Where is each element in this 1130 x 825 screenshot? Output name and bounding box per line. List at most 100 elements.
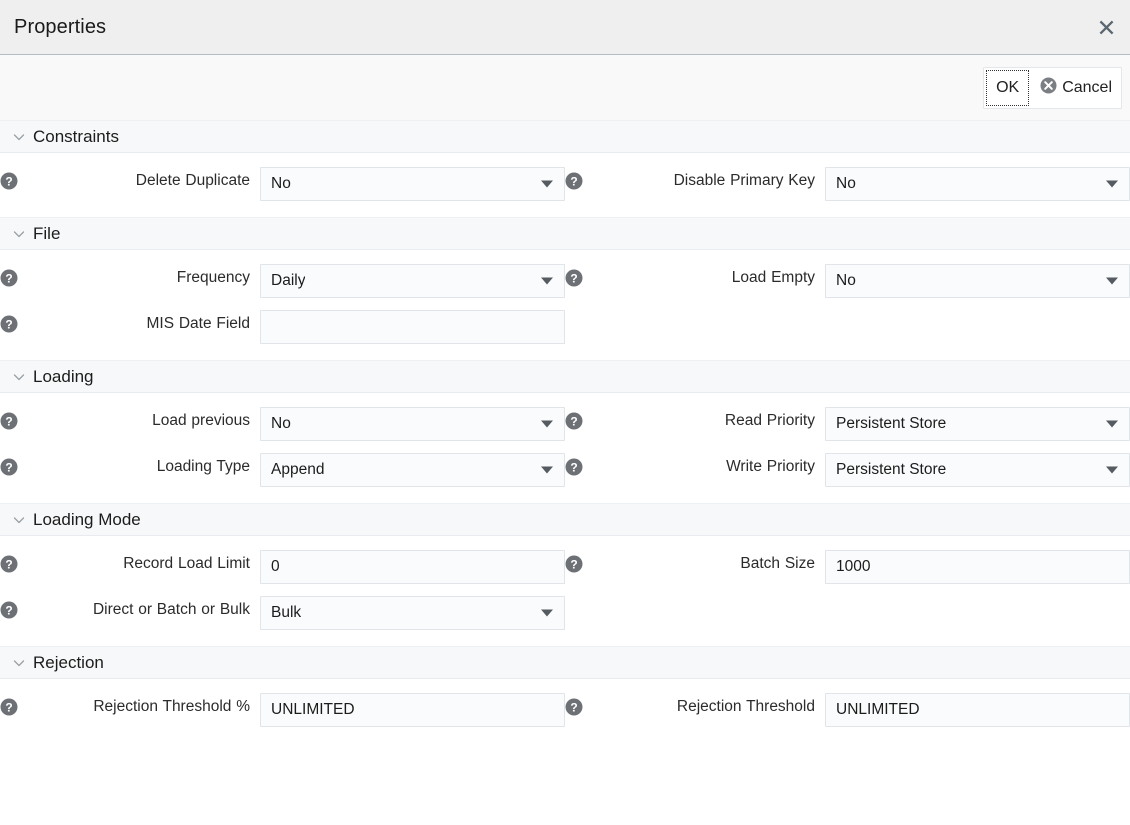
section-header-loading-mode[interactable]: Loading Mode bbox=[0, 503, 1130, 536]
field-control: Persistent Store bbox=[825, 407, 1130, 441]
select-loading-type[interactable]: Append bbox=[260, 453, 565, 487]
field-label-group: ? Batch Size bbox=[565, 550, 825, 574]
field-label-group: ? Record Load Limit bbox=[0, 550, 260, 574]
section-title: Constraints bbox=[33, 126, 119, 146]
svg-text:?: ? bbox=[5, 271, 12, 285]
help-icon[interactable]: ? bbox=[0, 555, 18, 573]
input-batch-size[interactable]: 1000 bbox=[825, 550, 1130, 584]
field-value: UNLIMITED bbox=[271, 701, 355, 718]
ok-button[interactable]: OK bbox=[984, 68, 1031, 108]
field-value: Persistent Store bbox=[836, 461, 947, 478]
chevron-down-icon bbox=[1106, 466, 1118, 474]
form-field-write-priority: ? Write Priority Persistent Store bbox=[565, 447, 1130, 493]
select-frequency[interactable]: Daily bbox=[260, 264, 565, 298]
field-value: 0 bbox=[271, 558, 280, 575]
svg-text:?: ? bbox=[570, 174, 577, 188]
chevron-down-icon bbox=[541, 466, 553, 474]
input-rejection-threshold[interactable]: UNLIMITED bbox=[260, 693, 565, 727]
input-record-load-limit[interactable]: 0 bbox=[260, 550, 565, 584]
cancel-button[interactable]: Cancel bbox=[1031, 68, 1121, 108]
section-header-rejection[interactable]: Rejection bbox=[0, 646, 1130, 679]
chevron-down-icon bbox=[12, 513, 33, 527]
form-row: ? Loading Type Append? Write Priority Persis… bbox=[0, 447, 1130, 493]
ok-button-label: OK bbox=[996, 79, 1020, 96]
field-control: No bbox=[260, 167, 565, 201]
section-rows: ? Delete Duplicate No? Disable Primary Key N… bbox=[0, 153, 1130, 217]
help-icon[interactable]: ? bbox=[0, 315, 18, 333]
form-row: ? Record Load Limit 0 ? Batch Size 1000 bbox=[0, 544, 1130, 590]
form-field-mis-date-field: ? MIS Date Field bbox=[0, 304, 565, 350]
form-row: ? Rejection Threshold % UNLIMITED? Rejectio… bbox=[0, 687, 1130, 733]
help-icon[interactable]: ? bbox=[565, 698, 583, 716]
svg-text:?: ? bbox=[5, 700, 12, 714]
svg-text:?: ? bbox=[570, 414, 577, 428]
section-header-loading[interactable]: Loading bbox=[0, 360, 1130, 393]
field-label-group: ? Rejection Threshold % bbox=[0, 693, 260, 717]
close-icon[interactable] bbox=[1092, 13, 1120, 41]
field-label: MIS Date Field bbox=[146, 315, 250, 332]
select-delete-duplicate[interactable]: No bbox=[260, 167, 565, 201]
field-label-group: ? Write Priority bbox=[565, 453, 825, 477]
chevron-down-icon bbox=[541, 420, 553, 428]
chevron-down-icon bbox=[1106, 180, 1118, 188]
help-icon[interactable]: ? bbox=[0, 601, 18, 619]
svg-text:?: ? bbox=[5, 557, 12, 571]
form-field-batch-size: ? Batch Size 1000 bbox=[565, 544, 1130, 590]
field-value: No bbox=[836, 272, 856, 289]
field-label: Load previous bbox=[152, 412, 250, 429]
help-icon[interactable]: ? bbox=[0, 269, 18, 287]
field-value: 1000 bbox=[836, 558, 871, 575]
select-disable-primary-key[interactable]: No bbox=[825, 167, 1130, 201]
field-control: No bbox=[825, 167, 1130, 201]
help-icon[interactable]: ? bbox=[0, 172, 18, 190]
form-field-loading-type: ? Loading Type Append bbox=[0, 447, 565, 493]
section-rejection: Rejection? Rejection Threshold % UNLIMITED… bbox=[0, 646, 1130, 743]
svg-text:?: ? bbox=[570, 700, 577, 714]
form-field-load-previous: ? Load previous No bbox=[0, 401, 565, 447]
section-header-constraints[interactable]: Constraints bbox=[0, 120, 1130, 153]
section-rows: ? Frequency Daily? Load Empty No? MIS Date Fi… bbox=[0, 250, 1130, 360]
field-label-group: ? Read Priority bbox=[565, 407, 825, 431]
select-load-previous[interactable]: No bbox=[260, 407, 565, 441]
section-header-file[interactable]: File bbox=[0, 217, 1130, 250]
page-title: Properties bbox=[14, 15, 107, 38]
section-rows: ? Record Load Limit 0 ? Batch Size 1000? Direc… bbox=[0, 536, 1130, 646]
form-row: ? Load previous No ? Read Priority Persistent… bbox=[0, 401, 1130, 447]
help-icon[interactable]: ? bbox=[565, 172, 583, 190]
select-write-priority[interactable]: Persistent Store bbox=[825, 453, 1130, 487]
section-title: Loading Mode bbox=[33, 509, 141, 529]
input-mis-date-field[interactable] bbox=[260, 310, 565, 344]
field-label: Write Priority bbox=[726, 458, 815, 475]
help-icon[interactable]: ? bbox=[565, 412, 583, 430]
field-control: UNLIMITED bbox=[825, 693, 1130, 727]
select-read-priority[interactable]: Persistent Store bbox=[825, 407, 1130, 441]
field-label: Loading Type bbox=[156, 458, 250, 475]
input-rejection-threshold[interactable]: UNLIMITED bbox=[825, 693, 1130, 727]
svg-text:?: ? bbox=[570, 271, 577, 285]
cancel-button-label: Cancel bbox=[1062, 79, 1112, 96]
field-label-group: ? Direct or Batch or Bulk bbox=[0, 596, 260, 620]
help-icon[interactable]: ? bbox=[0, 698, 18, 716]
field-label: Record Load Limit bbox=[123, 555, 250, 572]
field-label: Direct or Batch or Bulk bbox=[92, 601, 250, 618]
dialog-titlebar: Properties bbox=[0, 0, 1130, 55]
help-icon[interactable]: ? bbox=[565, 458, 583, 476]
field-label: Rejection Threshold % bbox=[93, 698, 250, 715]
help-icon[interactable]: ? bbox=[565, 269, 583, 287]
select-load-empty[interactable]: No bbox=[825, 264, 1130, 298]
section-rows: ? Rejection Threshold % UNLIMITED? Rejectio… bbox=[0, 679, 1130, 743]
help-icon[interactable]: ? bbox=[0, 412, 18, 430]
field-control bbox=[260, 310, 565, 344]
field-control: No bbox=[260, 407, 565, 441]
field-label-group: ? Rejection Threshold bbox=[565, 693, 825, 717]
form-row: ? MIS Date Field bbox=[0, 304, 1130, 350]
field-value: Append bbox=[271, 461, 325, 478]
field-value: No bbox=[271, 415, 291, 432]
select-direct-or-batch-or-bulk[interactable]: Bulk bbox=[260, 596, 565, 630]
form-field-disable-primary-key: ? Disable Primary Key No bbox=[565, 161, 1130, 207]
field-label: Disable Primary Key bbox=[673, 172, 815, 189]
help-icon[interactable]: ? bbox=[0, 458, 18, 476]
help-icon[interactable]: ? bbox=[565, 555, 583, 573]
form-field-delete-duplicate: ? Delete Duplicate No bbox=[0, 161, 565, 207]
field-label: Rejection Threshold bbox=[676, 698, 815, 715]
